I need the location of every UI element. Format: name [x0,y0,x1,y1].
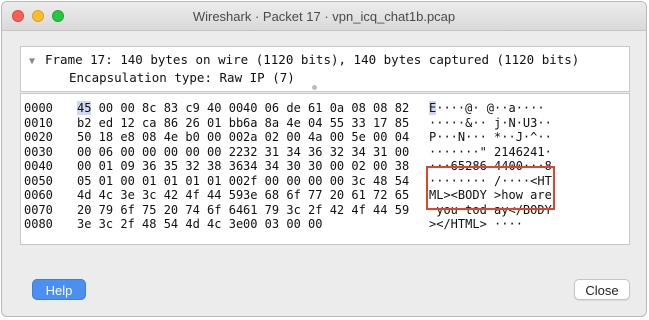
tree-item-encapsulation[interactable]: Encapsulation type: Raw IP (7) [69,69,295,87]
hex-offset: 0070 [24,202,53,217]
hex-offset: 0040 [24,159,53,173]
packet-details-tree[interactable]: ▼ Frame 17: 140 bytes on wire (1120 bits)… [20,46,630,92]
packet-window: Wireshark · Packet 17 · vpn_icq_chat1b.p… [1,1,647,317]
hex-offset: 0020 [24,130,53,144]
hex-bytes-second-half: 3e 68 6f 77 20 61 72 65 [243,188,410,202]
window-title: Wireshark · Packet 17 · vpn_icq_chat1b.p… [192,9,456,24]
triangle-down-icon[interactable]: ▼ [29,53,45,71]
selected-byte: E [429,101,437,115]
hex-offset: 0080 [24,217,53,231]
hex-bytes-first-half: 00 06 00 00 00 00 00 22 [77,144,244,159]
hex-bytes-first-half: 00 01 09 36 35 32 38 36 [77,159,244,173]
title-bar[interactable]: Wireshark · Packet 17 · vpn_icq_chat1b.p… [2,2,646,31]
hex-offset: 0030 [24,144,53,159]
hex-offset: 0050 [24,173,53,188]
hex-ascii: P···N··· *··J·^·· [429,130,552,144]
tree-item-frame[interactable]: ▼ Frame 17: 140 bytes on wire (1120 bits)… [29,51,579,69]
hex-dump-pane[interactable]: 0000 45 00 00 8c 83 c9 40 00 40 06 de 61 0… [20,93,630,245]
pane-splitter-handle[interactable] [312,85,317,90]
hex-bytes-first-half: 3e 3c 2f 48 54 4d 4c 3e [77,217,244,231]
hex-offset: 0060 [24,188,53,202]
tree-item-frame-label: Frame 17: 140 bytes on wire (1120 bits),… [45,52,580,67]
annotation-highlight-box [426,166,555,210]
hex-ascii: ></HTML> ···· [429,217,523,231]
hex-bytes-second-half: 2f 00 00 00 00 3c 48 54 [243,173,410,188]
hex-ascii: ·······" 2146241· [429,144,552,159]
hex-bytes-second-half: 61 79 3c 2f 42 4f 44 59 [243,202,410,217]
hex-bytes-first-half: 45 00 00 8c 83 c9 40 00 [77,101,244,115]
hex-bytes-second-half: 34 34 30 30 00 02 00 38 [243,159,410,173]
hex-bytes-second-half: 32 31 34 36 32 34 31 00 [243,144,410,159]
hex-ascii: ·····&·· j·N·U3·· [429,115,552,130]
hex-bytes-second-half: 6a 8a 4e 04 55 33 17 85 [243,115,410,130]
help-button[interactable]: Help [32,279,86,300]
hex-bytes-first-half: 50 18 e8 08 4e b0 00 00 [77,130,244,144]
close-button[interactable]: Close [574,279,630,300]
hex-bytes-second-half: 40 06 de 61 0a 08 08 82 [243,101,410,115]
hex-bytes-first-half: b2 ed 12 ca 86 26 01 bb [77,115,244,130]
hex-bytes-first-half: 20 79 6f 75 20 74 6f 64 [77,202,244,217]
hex-bytes-first-half: 05 01 00 01 01 01 01 00 [77,173,244,188]
selected-byte: 45 [77,101,92,115]
hex-bytes-first-half: 4d 4c 3e 3c 42 4f 44 59 [77,188,244,202]
tree-item-encapsulation-label: Encapsulation type: Raw IP (7) [69,70,295,85]
hex-offset: 0010 [24,115,53,130]
hex-bytes-second-half: 00 03 00 00 [243,217,323,231]
hex-bytes-second-half: 2a 02 00 4a 00 5e 00 04 [243,130,410,144]
hex-offset: 0000 [24,101,53,115]
hex-ascii: E····@· @··a···· [429,101,545,115]
